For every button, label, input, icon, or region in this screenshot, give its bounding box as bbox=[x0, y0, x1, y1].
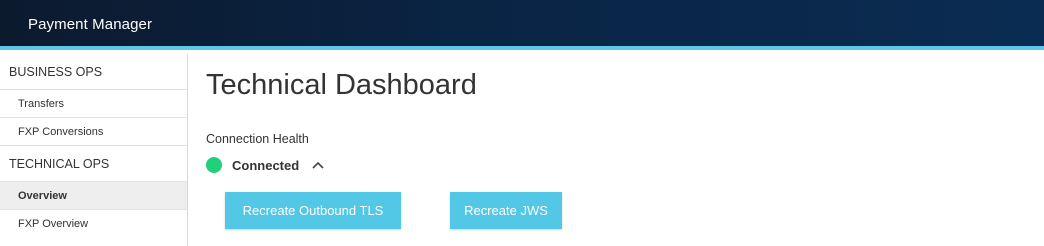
sidebar-item-fxp-overview[interactable]: FXP Overview bbox=[0, 210, 187, 238]
recreate-jws-button[interactable]: Recreate JWS bbox=[450, 192, 562, 229]
status-text: Connected bbox=[232, 157, 300, 173]
sidebar-item-transfers[interactable]: Transfers bbox=[0, 90, 187, 118]
top-bar: Payment Manager bbox=[0, 0, 1044, 50]
page-title: Technical Dashboard bbox=[206, 69, 477, 101]
chevron-up-icon[interactable] bbox=[311, 158, 325, 172]
sidebar-section-technical-ops: TECHNICAL OPS bbox=[0, 146, 187, 182]
sidebar-item-fxp-conversions[interactable]: FXP Conversions bbox=[0, 118, 187, 146]
sidebar-section-business-ops: BUSINESS OPS bbox=[0, 54, 187, 90]
main-content: Technical Dashboard Connection Health Co… bbox=[206, 54, 1036, 246]
connection-health-label: Connection Health bbox=[206, 132, 309, 146]
app-title: Payment Manager bbox=[28, 16, 153, 33]
recreate-outbound-tls-button[interactable]: Recreate Outbound TLS bbox=[225, 192, 401, 229]
connection-status: Connected bbox=[206, 155, 325, 175]
sidebar-item-overview[interactable]: Overview bbox=[0, 182, 187, 210]
status-dot-icon bbox=[206, 157, 222, 173]
sidebar: BUSINESS OPS Transfers FXP Conversions T… bbox=[0, 54, 188, 246]
